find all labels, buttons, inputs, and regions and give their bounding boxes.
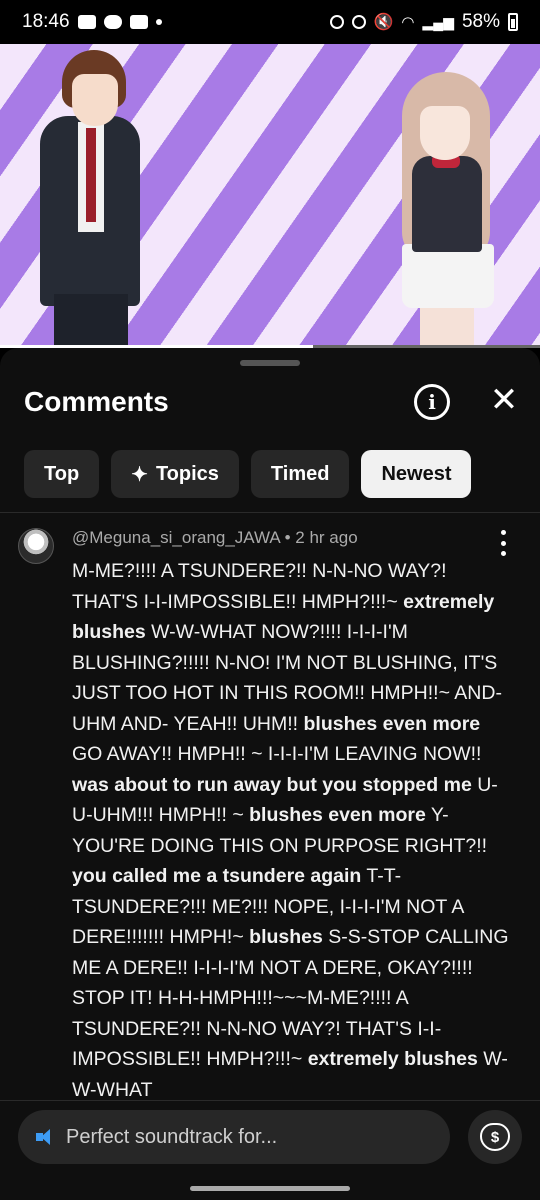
home-indicator[interactable] xyxy=(190,1186,350,1191)
chip-timed-label: Timed xyxy=(270,462,330,485)
comment-text-segment: GO AWAY!! HMPH!! ~ I-I-I-I'M LEAVING NOW… xyxy=(72,743,482,765)
comment-text-segment: M-ME?!!!! A TSUNDERE?!! N-N-NO WAY?! THA… xyxy=(72,560,447,613)
divider xyxy=(0,512,540,513)
signal-icon: ▂▄▆ xyxy=(422,13,454,30)
speaker-icon xyxy=(36,1128,58,1146)
comment-author[interactable]: @Meguna_si_orang_JAWA xyxy=(72,528,280,547)
info-icon[interactable]: i xyxy=(414,384,450,420)
comment-input-placeholder: Perfect soundtrack for... xyxy=(66,1125,278,1148)
sheet-drag-handle[interactable] xyxy=(240,360,300,366)
composer-divider xyxy=(0,1100,540,1101)
chip-top[interactable]: Top xyxy=(24,450,100,498)
comments-sheet: Comments i ✕ Top ✦ Topics Timed Newest @… xyxy=(0,348,540,1200)
comment-action-text: blushes even more xyxy=(303,712,481,735)
comment-action-text: extremely blushes xyxy=(307,1048,478,1070)
comment-action-text: you called me a tsundere again xyxy=(72,865,362,887)
wifi-icon: ◠ xyxy=(401,14,415,31)
video-character-girl-skirt xyxy=(402,244,494,308)
cloud-notification-icon xyxy=(103,15,122,29)
more-vert-icon[interactable] xyxy=(496,530,510,556)
super-thanks-button[interactable]: $ xyxy=(468,1110,522,1164)
chip-newest-label: Newest xyxy=(381,462,452,485)
alarm-icon xyxy=(351,15,366,29)
comment-action-text: blushes xyxy=(249,926,323,948)
comment-input[interactable]: Perfect soundtrack for... xyxy=(18,1110,450,1164)
comments-title: Comments xyxy=(24,386,169,417)
status-bar: 18:46 🔇 ◠ ▂▄▆ 58% xyxy=(0,0,540,44)
comment-action-text: blushes even more xyxy=(249,804,426,826)
mute-icon: 🔇 xyxy=(373,14,394,31)
avatar[interactable] xyxy=(18,528,54,564)
data-saver-icon xyxy=(329,15,344,29)
close-icon[interactable]: ✕ xyxy=(488,381,520,419)
chip-timed[interactable]: Timed xyxy=(250,450,350,498)
more-notifications-dot xyxy=(155,19,162,25)
super-thanks-icon: $ xyxy=(480,1123,510,1151)
video-character-girl-face xyxy=(420,106,470,160)
youtube-notification-icon-2 xyxy=(129,15,148,29)
chip-newest[interactable]: Newest xyxy=(361,450,472,498)
video-character-girl xyxy=(412,156,482,252)
video-character-girl-legs xyxy=(420,306,474,348)
sparkle-icon: ✦ xyxy=(131,463,148,486)
chip-topics-label: Topics xyxy=(155,462,219,485)
video-player[interactable] xyxy=(0,44,540,348)
youtube-notification-icon xyxy=(77,15,96,29)
chip-topics[interactable]: ✦ Topics xyxy=(111,450,239,498)
chip-top-label: Top xyxy=(44,462,80,485)
video-character-boy-tie xyxy=(86,128,96,222)
comment-action-text: was about to run away but you stopped me xyxy=(72,773,472,796)
comment-text: M-ME?!!!! A TSUNDERE?!! N-N-NO WAY?! THA… xyxy=(72,556,510,1104)
video-character-boy-legs xyxy=(54,294,128,348)
battery-percent: 58% xyxy=(461,11,500,32)
meta-separator: • xyxy=(284,528,296,547)
status-time: 18:46 xyxy=(22,11,70,32)
comment-meta: @Meguna_si_orang_JAWA • 2 hr ago xyxy=(72,528,358,548)
video-character-boy-face xyxy=(72,74,118,126)
comment-age: 2 hr ago xyxy=(295,528,358,547)
battery-icon xyxy=(508,13,518,31)
filter-chips: Top ✦ Topics Timed Newest xyxy=(24,450,472,498)
